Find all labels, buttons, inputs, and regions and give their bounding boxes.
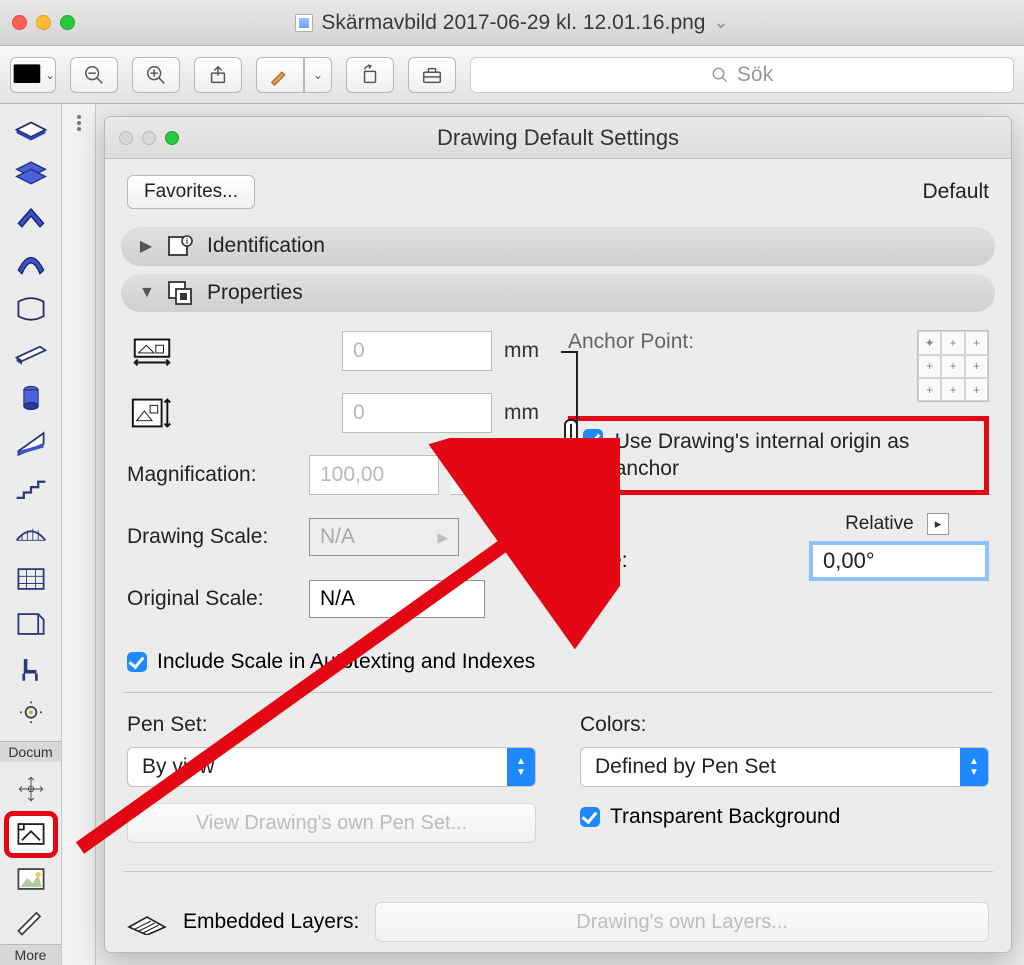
tool-pen-icon[interactable]	[9, 906, 53, 936]
tool-curtain-wall-icon[interactable]	[9, 560, 53, 597]
tool-section-icon[interactable]	[9, 606, 53, 643]
drawing-scale-value[interactable]: N/A ▸	[309, 518, 459, 556]
tool-beam-icon[interactable]	[9, 334, 53, 371]
properties-icon	[167, 280, 193, 306]
internal-origin-highlight: Use Drawing's internal origin as anchor	[568, 416, 989, 495]
disclosure-right-icon: ▶	[139, 236, 153, 256]
close-window-button[interactable]	[12, 15, 27, 30]
tool-chair-icon[interactable]	[9, 651, 53, 688]
toolbox-button[interactable]	[408, 57, 456, 93]
own-layers-button[interactable]: Drawing's own Layers...	[375, 902, 989, 942]
colors-combo[interactable]: Defined by Pen Set ▲▼	[580, 747, 989, 787]
favorites-button[interactable]: Favorites...	[127, 175, 255, 209]
default-label: Default	[922, 180, 989, 204]
angle-label: Angle:	[568, 549, 628, 573]
height-icon	[127, 393, 177, 433]
tool-image-icon[interactable]	[9, 861, 53, 898]
minimize-window-button[interactable]	[36, 15, 51, 30]
height-input[interactable]	[342, 393, 492, 433]
tool-stair-icon[interactable]	[9, 470, 53, 507]
settings-zoom-button[interactable]	[165, 131, 179, 145]
identification-icon: i	[167, 233, 193, 259]
tool-column-icon[interactable]	[9, 379, 53, 416]
width-input[interactable]	[342, 331, 492, 371]
file-icon	[295, 14, 313, 32]
settings-window: Drawing Default Settings Favorites... De…	[104, 116, 1012, 953]
tool-drawing-icon[interactable]	[9, 816, 53, 853]
embedded-layers-label: Embedded Layers:	[183, 910, 359, 934]
divider	[123, 871, 993, 872]
tool-anchor-move-icon[interactable]	[9, 770, 53, 807]
relative-label: Relative	[845, 513, 914, 534]
tool-palette: Docum More	[0, 104, 62, 965]
penset-combo[interactable]: By view ▲▼	[127, 747, 536, 787]
search-field[interactable]: Sök	[470, 57, 1014, 93]
width-icon	[127, 331, 177, 371]
title-dropdown-icon[interactable]: ⌄	[714, 12, 729, 33]
zoom-out-button[interactable]	[70, 57, 118, 93]
tool-surface-icon[interactable]	[9, 289, 53, 326]
svg-text:i: i	[186, 237, 188, 246]
tool-lamp-icon[interactable]	[9, 696, 53, 733]
markup-button[interactable]	[256, 57, 304, 93]
palette-label-top: Docum	[0, 741, 61, 762]
include-scale-label: Include Scale in Autotexting and Indexes	[157, 650, 535, 674]
traffic-lights	[12, 15, 75, 30]
section-properties[interactable]: ▼ Properties	[121, 274, 995, 313]
zoom-window-button[interactable]	[60, 15, 75, 30]
transparent-bg-label: Transparent Background	[610, 805, 840, 829]
tool-stack-icon[interactable]	[9, 153, 53, 190]
penset-label: Pen Set:	[105, 705, 558, 741]
search-icon	[711, 66, 729, 84]
drawing-scale-label: Drawing Scale:	[127, 525, 297, 549]
main-toolbar: ⌄ ⌄ Sök	[0, 46, 1024, 104]
view-mode-dropdown[interactable]: ⌄	[10, 57, 56, 93]
include-scale-checkbox[interactable]	[127, 652, 147, 672]
view-own-penset-button[interactable]: View Drawing's own Pen Set...	[127, 803, 536, 843]
section-identification[interactable]: ▶ i Identification	[121, 227, 995, 266]
tool-roof-icon[interactable]	[9, 198, 53, 235]
search-placeholder: Sök	[737, 63, 773, 87]
settings-close-button[interactable]	[119, 131, 133, 145]
height-unit: mm	[504, 401, 548, 425]
original-scale-label: Original Scale:	[127, 587, 297, 611]
transparent-bg-checkbox[interactable]	[580, 807, 600, 827]
tool-slab-icon[interactable]	[9, 108, 53, 145]
markup-dropdown[interactable]: ⌄	[304, 57, 332, 93]
magnification-dropdown[interactable]: ▸	[451, 455, 475, 495]
settings-minimize-button[interactable]	[142, 131, 156, 145]
tool-wedge-icon[interactable]	[9, 425, 53, 462]
tool-shell-icon[interactable]	[9, 244, 53, 281]
disclosure-down-icon: ▼	[139, 284, 153, 302]
anchor-point-label: Anchor Point:	[568, 330, 694, 354]
main-titlebar: Skärmavbild 2017-06-29 kl. 12.01.16.png …	[0, 0, 1024, 46]
internal-origin-checkbox[interactable]	[583, 429, 603, 449]
width-unit: mm	[504, 339, 548, 363]
combo-stepper-icon: ▲▼	[960, 748, 988, 786]
properties-label: Properties	[207, 281, 303, 305]
share-button[interactable]	[194, 57, 242, 93]
sub-palette	[62, 104, 96, 965]
divider	[123, 692, 993, 693]
internal-origin-label: Use Drawing's internal origin as anchor	[615, 429, 974, 482]
rotate-button[interactable]	[346, 57, 394, 93]
angle-input[interactable]	[809, 541, 989, 581]
tool-mesh-roof-icon[interactable]	[9, 515, 53, 552]
anchor-point-grid[interactable]: ✦++ +++ +++	[917, 330, 989, 402]
mini-handle-icon[interactable]	[64, 108, 94, 138]
combo-stepper-icon: ▲▼	[507, 748, 535, 786]
palette-label-bottom: More	[0, 944, 61, 965]
settings-title: Drawing Default Settings	[437, 125, 679, 151]
zoom-in-button[interactable]	[132, 57, 180, 93]
magnification-label: Magnification:	[127, 463, 297, 487]
layers-icon	[127, 909, 167, 935]
identification-label: Identification	[207, 234, 325, 258]
original-scale-value: N/A	[309, 580, 485, 618]
settings-titlebar: Drawing Default Settings	[105, 117, 1011, 159]
colors-label: Colors:	[558, 705, 1011, 741]
magnification-input[interactable]	[309, 455, 439, 495]
magnification-unit: %	[487, 463, 517, 487]
relative-popup-icon[interactable]: ▸	[927, 513, 949, 535]
window-title: Skärmavbild 2017-06-29 kl. 12.01.16.png	[321, 11, 705, 35]
